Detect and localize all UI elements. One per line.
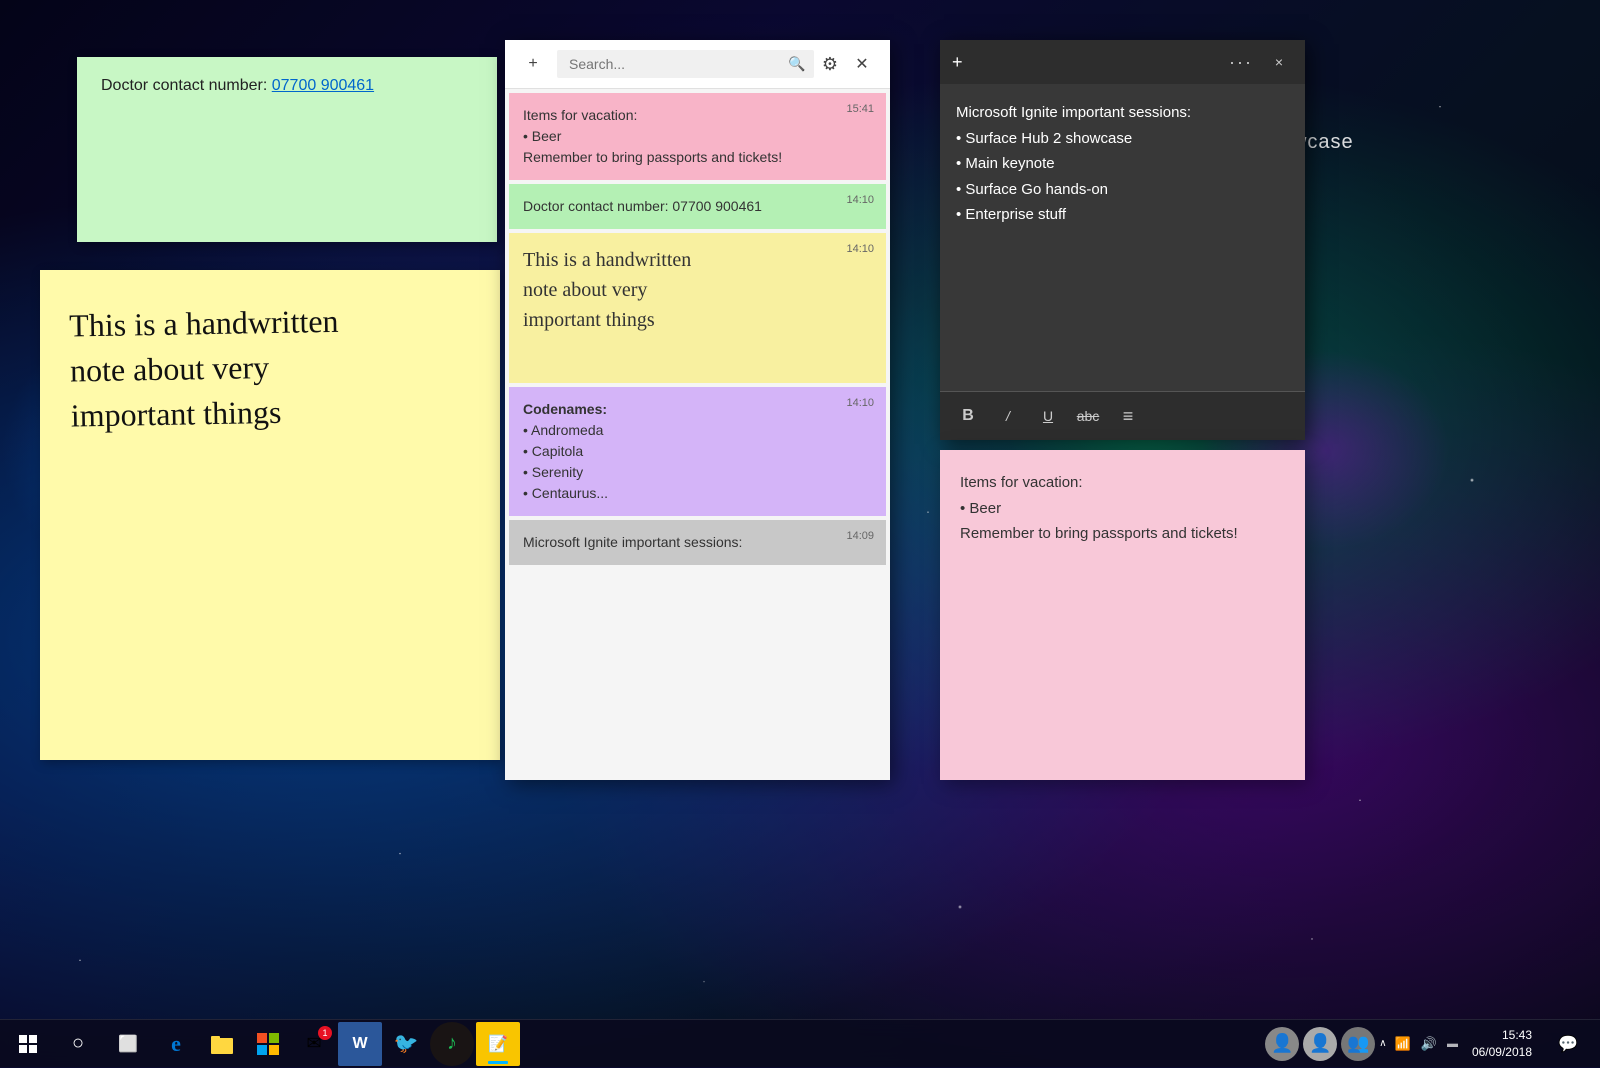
italic-button[interactable]: / — [992, 400, 1024, 432]
taskbar-left: ○ ⬜ e ✉ 1 W 🐦 — [0, 1020, 520, 1068]
search-icon[interactable]: 🔍 — [788, 56, 805, 73]
system-tray: ∧ 📶 🔊 ▬ — [1379, 1034, 1460, 1054]
sticky-dark-toolbar: B / U abc ≡ — [940, 391, 1305, 440]
sticky-dark-content[interactable]: Microsoft Ignite important sessions: • S… — [940, 84, 1305, 391]
sticky-item-content-4: Codenames: • Andromeda • Capitola • Sere… — [523, 399, 872, 504]
sticky-app-close-button[interactable]: ✕ — [846, 48, 878, 80]
sticky-note-yellow[interactable]: This is a handwrittennote about veryimpo… — [40, 270, 500, 760]
taskbar-stickynotes-button[interactable]: 📝 — [476, 1022, 520, 1066]
sticky-list-item-purple[interactable]: 14:10 Codenames: • Andromeda • Capitola … — [509, 387, 886, 516]
sticky-notes-list: 15:41 Items for vacation: • Beer Remembe… — [505, 89, 890, 780]
sticky-item-content-2: Doctor contact number: 07700 900461 — [523, 196, 872, 217]
sticky-list-item-gray[interactable]: 14:09 Microsoft Ignite important session… — [509, 520, 886, 565]
sticky-dark-note: + ··· × Microsoft Ignite important sessi… — [940, 40, 1305, 440]
phone-link[interactable]: 07700 900461 — [272, 77, 374, 94]
taskbar-edge-button[interactable]: e — [154, 1022, 198, 1066]
sticky-dark-menu-button[interactable]: ··· — [1229, 52, 1253, 73]
taskbar-clock[interactable]: 15:43 06/09/2018 — [1464, 1027, 1540, 1061]
sticky-list-item-green[interactable]: 14:10 Doctor contact number: 07700 90046… — [509, 184, 886, 229]
sticky-notes-app: + 🔍 ⚙ ✕ 15:41 Items for vacation: • Beer… — [505, 40, 890, 780]
sticky-list-item-pink[interactable]: 15:41 Items for vacation: • Beer Remembe… — [509, 93, 886, 180]
cortana-button[interactable]: ○ — [54, 1020, 102, 1068]
taskbar-right: 👤 👤 👥 ∧ 📶 🔊 ▬ 15:43 06/09/2018 💬 — [1265, 1020, 1600, 1068]
sticky-dark-close-button[interactable]: × — [1265, 48, 1293, 76]
sticky-item-time-5: 14:09 — [846, 530, 874, 542]
sticky-item-content-5: Microsoft Ignite important sessions: — [523, 532, 872, 553]
sticky-yellow-handwritten: This is a handwrittennote about veryimpo… — [59, 286, 482, 448]
user-avatar-1[interactable]: 👤 — [1265, 1027, 1299, 1061]
sticky-app-search-container: 🔍 — [557, 50, 814, 78]
battery-icon: ▬ — [1445, 1036, 1460, 1052]
action-center-button[interactable]: 💬 — [1544, 1020, 1592, 1068]
taskbar-spotify-button[interactable]: ♪ — [430, 1022, 474, 1066]
email-badge: 1 — [318, 1026, 332, 1040]
tray-chevron-icon[interactable]: ∧ — [1379, 1038, 1386, 1049]
sticky-item-time-3: 14:10 — [846, 243, 874, 255]
taskbar-time-display: 15:43 — [1472, 1027, 1532, 1044]
user-avatar-2[interactable]: 👤 — [1303, 1027, 1337, 1061]
sticky-dark-header: + ··· × — [940, 40, 1305, 84]
sticky-list-item-yellow[interactable]: 14:10 This is a handwrittennote about ve… — [509, 233, 886, 383]
sticky-app-header: + 🔍 ⚙ ✕ — [505, 40, 890, 89]
underline-button[interactable]: U — [1032, 400, 1064, 432]
taskbar-twitter-button[interactable]: 🐦 — [384, 1022, 428, 1066]
sticky-item-time-2: 14:10 — [846, 194, 874, 206]
sticky-pink-content: Items for vacation: • Beer Remember to b… — [960, 470, 1285, 547]
sticky-app-add-button[interactable]: + — [517, 48, 549, 80]
task-view-button[interactable]: ⬜ — [104, 1020, 152, 1068]
sticky-app-search-input[interactable] — [557, 50, 814, 78]
bold-button[interactable]: B — [952, 400, 984, 432]
volume-icon[interactable]: 🔊 — [1419, 1034, 1439, 1054]
sticky-item-content-3: This is a handwrittennote about veryimpo… — [523, 245, 872, 335]
sticky-green-content: Doctor contact number: 07700 900461 — [101, 77, 473, 95]
start-button[interactable] — [4, 1020, 52, 1068]
taskbar: ○ ⬜ e ✉ 1 W 🐦 — [0, 1019, 1600, 1067]
sticky-item-time-1: 15:41 — [846, 103, 874, 115]
sticky-item-content-1: Items for vacation: • Beer Remember to b… — [523, 105, 872, 168]
list-button[interactable]: ≡ — [1112, 400, 1144, 432]
sticky-note-green[interactable]: Doctor contact number: 07700 900461 — [77, 57, 497, 242]
taskbar-store-button[interactable] — [246, 1022, 290, 1066]
taskbar-email-button[interactable]: ✉ 1 — [292, 1022, 336, 1066]
taskbar-explorer-button[interactable] — [200, 1022, 244, 1066]
user-avatar-3[interactable]: 👥 — [1341, 1027, 1375, 1061]
sticky-item-time-4: 14:10 — [846, 397, 874, 409]
taskbar-word-button[interactable]: W — [338, 1022, 382, 1066]
network-icon[interactable]: 📶 — [1393, 1034, 1413, 1054]
taskbar-date-display: 06/09/2018 — [1472, 1044, 1532, 1061]
sticky-dark-add-button[interactable]: + — [952, 52, 963, 73]
strikethrough-button[interactable]: abc — [1072, 400, 1104, 432]
settings-icon[interactable]: ⚙ — [822, 54, 838, 75]
sticky-note-pink-standalone[interactable]: Items for vacation: • Beer Remember to b… — [940, 450, 1305, 780]
